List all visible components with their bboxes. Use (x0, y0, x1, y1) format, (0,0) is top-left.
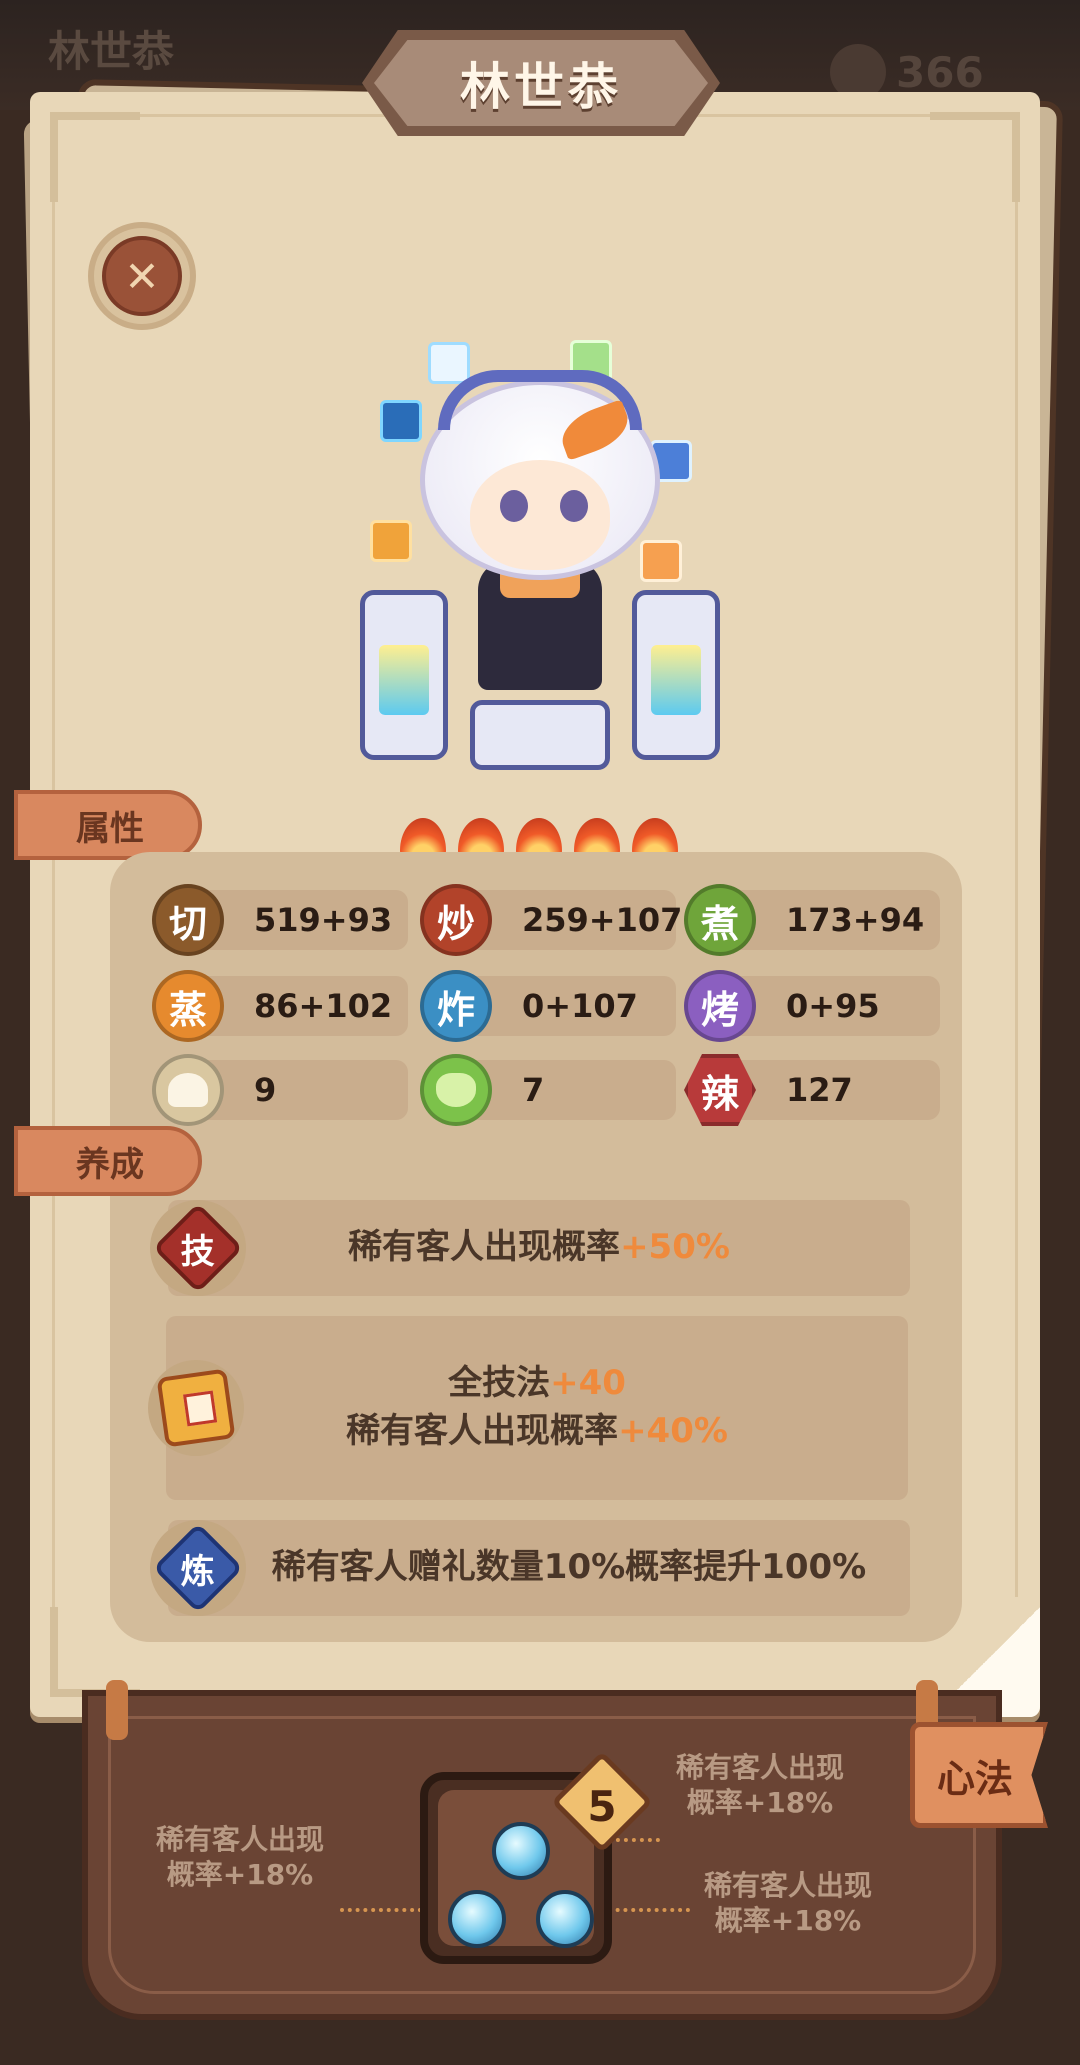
character-name-title: 林世恭 (460, 58, 622, 116)
heart-method-tab-label: 心法 (937, 1756, 1014, 1801)
equipment-line2-bonus: +40% (618, 1411, 728, 1451)
refine-icon[interactable]: 炼 (150, 1520, 246, 1616)
scroll-rod-left (106, 1680, 128, 1740)
stat-type-icon: 炸 (420, 970, 492, 1042)
technique-icon-label: 技 (181, 1231, 215, 1272)
equipment-line1-bonus: +40 (550, 1363, 626, 1404)
arcade-machine-left (360, 590, 448, 760)
stat-value: 519+93 (254, 901, 393, 939)
skill-technique-bonus: +50% (620, 1227, 730, 1268)
corner-ornament (930, 112, 1020, 202)
equipment-line1-text: 全技法 (448, 1363, 551, 1404)
bun-icon (152, 1054, 224, 1126)
stat-value: 86+102 (254, 987, 393, 1025)
equipment-gift-icon[interactable] (148, 1360, 244, 1456)
connector-left (340, 1908, 422, 1912)
technique-icon[interactable]: 技 (150, 1200, 246, 1296)
arcade-machine-right (632, 590, 720, 760)
level-number: 5 (587, 1781, 617, 1831)
stat-type-icon: 煮 (684, 884, 756, 956)
heart-method-tab[interactable]: 心法 (910, 1722, 1048, 1828)
character-face (470, 460, 610, 570)
stat-value: 259+107 (522, 901, 683, 939)
character-portrait (360, 330, 720, 780)
equipment-line2-text: 稀有客人出现概率 (346, 1411, 619, 1451)
character-eye (500, 490, 528, 522)
stat-value: 7 (522, 1071, 545, 1109)
section-tab-attributes: 属性 (14, 790, 202, 860)
background-character-name: 林世恭 (48, 27, 175, 76)
skill-row-equipment[interactable]: 全技法+40 稀有客人出现概率+40% (166, 1316, 908, 1500)
stat-value: 127 (786, 1071, 853, 1109)
stat-type-icon: 切 (152, 884, 224, 956)
class-badge[interactable]: ✕ (88, 222, 196, 330)
character-eye (560, 490, 588, 522)
stat-value: 173+94 (786, 901, 925, 939)
carrot-card-icon (640, 540, 682, 582)
stat-type-icon: 烤 (684, 970, 756, 1042)
currency-counter: 366 (896, 48, 984, 97)
section-label-cultivation: 养成 (76, 1144, 144, 1185)
orb-gem-icon[interactable] (536, 1890, 594, 1948)
heart-method-left-text: 稀有客人出现概率+18% (155, 1823, 324, 1891)
skill-row-technique[interactable]: 稀有客人出现概率+50% (168, 1200, 910, 1296)
orb-gem-icon[interactable] (448, 1890, 506, 1948)
refine-icon-label: 炼 (181, 1551, 215, 1592)
section-tab-cultivation: 养成 (14, 1126, 202, 1196)
water-drop-icon (380, 400, 422, 442)
heart-method-bottom-right-text: 稀有客人出现概率+18% (703, 1869, 872, 1937)
stat-type-icon: 蒸 (152, 970, 224, 1042)
skill-row-refine[interactable]: 稀有客人赠礼数量10%概率提升100% (168, 1520, 910, 1616)
skill-technique-text: 稀有客人出现概率 (348, 1227, 621, 1268)
refine-text: 稀有客人赠礼数量10%概率提升100% (271, 1547, 867, 1588)
orb-gem-icon[interactable] (492, 1822, 550, 1880)
section-label-attributes: 属性 (76, 808, 144, 849)
floating-square-icon (428, 342, 470, 384)
crossed-knives-icon: ✕ (102, 236, 182, 316)
orange-fruit-icon (370, 520, 412, 562)
stat-value: 9 (254, 1071, 277, 1109)
keyboard-prop (470, 700, 610, 770)
title-plaque-inner: 林世恭 (374, 40, 708, 126)
stat-type-icon: 炒 (420, 884, 492, 956)
stat-value: 0+95 (786, 987, 880, 1025)
heart-method-top-right-text: 稀有客人出现概率+18% (675, 1751, 844, 1819)
cabbage-icon (420, 1054, 492, 1126)
corner-ornament (50, 112, 140, 202)
connector-bottom-right (600, 1908, 690, 1912)
stat-value: 0+107 (522, 987, 638, 1025)
